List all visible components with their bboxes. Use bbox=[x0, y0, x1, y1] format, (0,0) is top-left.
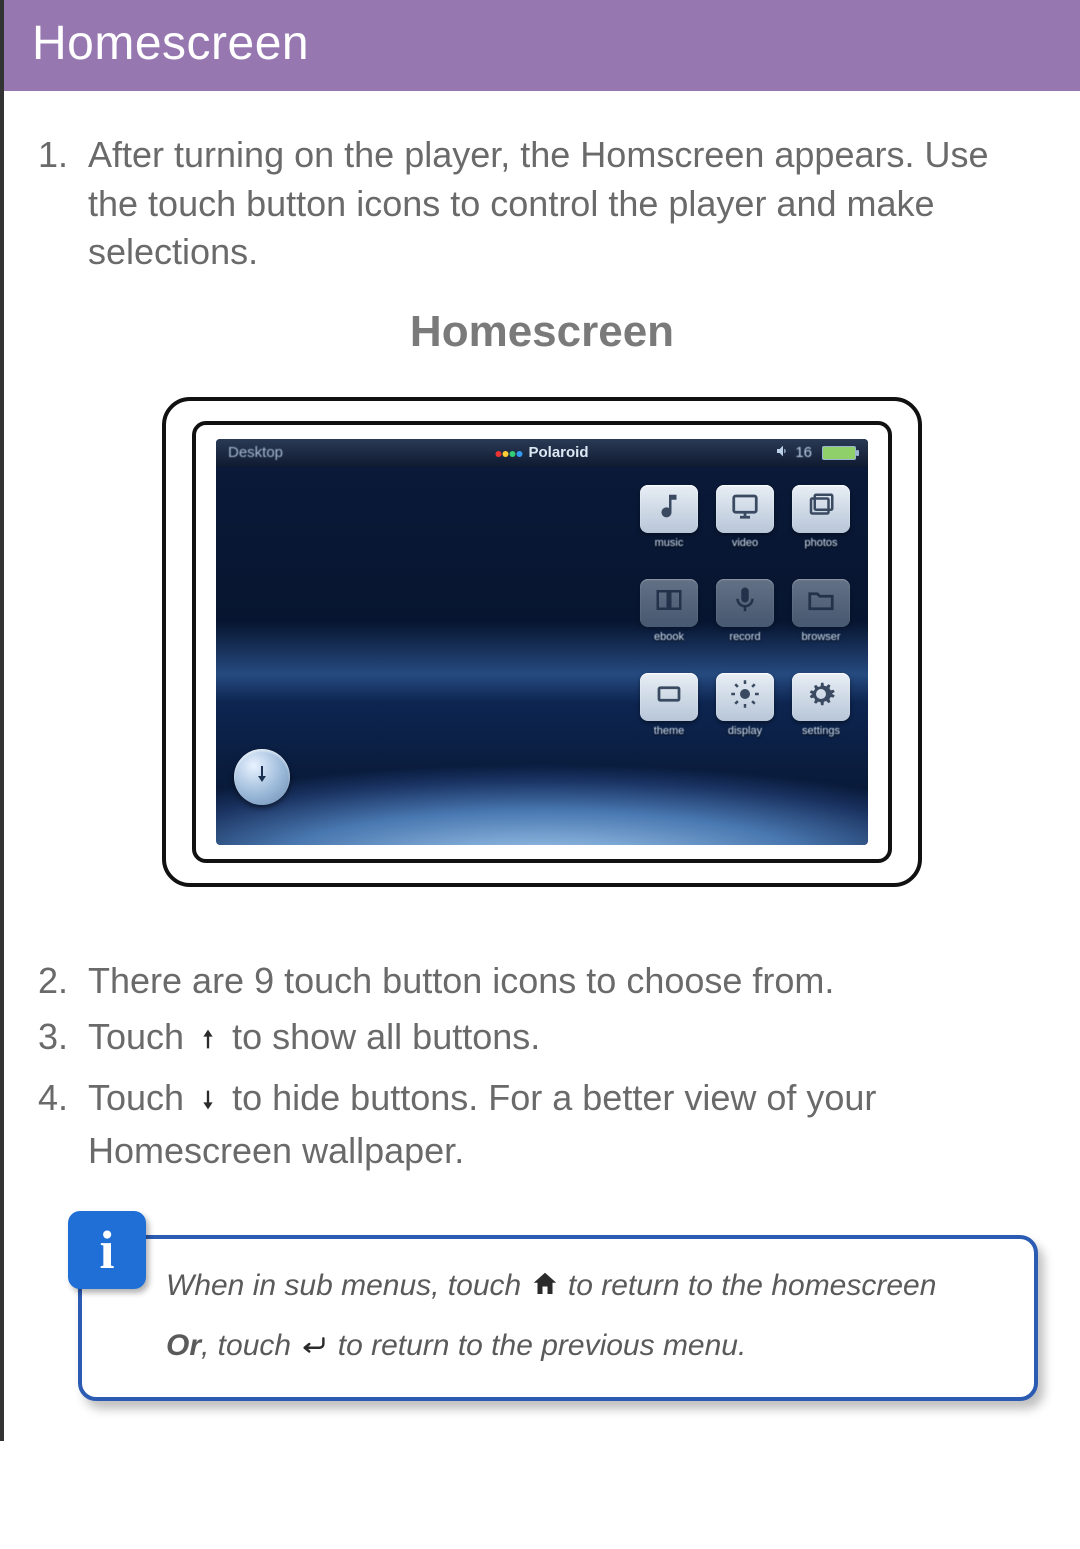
brand-dots-icon bbox=[495, 444, 523, 461]
app-label: ebook bbox=[636, 631, 702, 643]
app-record[interactable]: record bbox=[712, 579, 778, 669]
microphone-icon bbox=[730, 585, 760, 620]
hide-icons-button[interactable] bbox=[234, 749, 290, 805]
battery-icon bbox=[822, 446, 856, 460]
book-icon bbox=[654, 585, 684, 620]
step-2: There are 9 touch button icons to choose… bbox=[88, 957, 1036, 1006]
figure-heading: Homescreen bbox=[38, 307, 1046, 357]
arrow-down-icon bbox=[250, 762, 274, 791]
info-badge: i bbox=[68, 1211, 146, 1289]
app-label: theme bbox=[636, 725, 702, 737]
app-settings[interactable]: settings bbox=[788, 673, 854, 763]
app-ebook[interactable]: ebook bbox=[636, 579, 702, 669]
gear-icon bbox=[806, 679, 836, 714]
app-label: browser bbox=[788, 631, 854, 643]
app-label: display bbox=[712, 725, 778, 737]
brand-label: Polaroid bbox=[495, 444, 588, 461]
speaker-icon bbox=[775, 443, 791, 463]
step-3-post: to show all buttons. bbox=[222, 1016, 540, 1057]
app-label: settings bbox=[788, 725, 854, 737]
app-label: photos bbox=[788, 537, 854, 549]
step-3-pre: Touch bbox=[88, 1016, 194, 1057]
app-display[interactable]: display bbox=[712, 673, 778, 763]
page-header: Homescreen bbox=[4, 0, 1080, 91]
info-line-1: When in sub menus, touch to return to th… bbox=[166, 1265, 1006, 1311]
theme-icon bbox=[654, 679, 684, 714]
music-note-icon bbox=[654, 491, 684, 526]
status-bar: Desktop Polaroid bbox=[216, 439, 868, 467]
info-callout: i When in sub menus, touch to return to … bbox=[78, 1235, 1038, 1401]
step-1: After turning on the player, the Homscre… bbox=[88, 131, 1036, 277]
page-title: Homescreen bbox=[32, 17, 309, 70]
app-browser[interactable]: browser bbox=[788, 579, 854, 669]
volume-value: 16 bbox=[795, 444, 812, 461]
return-icon bbox=[299, 1329, 329, 1371]
statusbar-desktop-label: Desktop bbox=[228, 444, 283, 461]
app-label: music bbox=[636, 537, 702, 549]
info-line-2-strong: Or bbox=[166, 1329, 201, 1362]
brand-text: Polaroid bbox=[528, 444, 588, 461]
info-line-1-post: to return to the homescreen bbox=[560, 1269, 937, 1302]
app-video[interactable]: video bbox=[712, 485, 778, 575]
folder-icon bbox=[806, 585, 836, 620]
monitor-icon bbox=[730, 491, 760, 526]
arrow-down-icon bbox=[194, 1078, 222, 1127]
info-line-2: Or, touch to return to the previous menu… bbox=[166, 1325, 1006, 1371]
step-3: Touch to show all buttons. bbox=[88, 1013, 1036, 1066]
photos-icon bbox=[806, 491, 836, 526]
volume-indicator: 16 bbox=[775, 443, 812, 463]
device-frame-inner: Desktop Polaroid bbox=[192, 421, 892, 863]
device-frame-outer: Desktop Polaroid bbox=[162, 397, 922, 887]
arrow-up-icon bbox=[194, 1017, 222, 1066]
device-screen: Desktop Polaroid bbox=[216, 439, 868, 845]
step-4: Touch to hide buttons. For a better view… bbox=[88, 1074, 1036, 1175]
app-music[interactable]: music bbox=[636, 485, 702, 575]
home-icon bbox=[530, 1269, 560, 1311]
instruction-list: After turning on the player, the Homscre… bbox=[38, 131, 1046, 277]
info-line-1-pre: When in sub menus, touch bbox=[166, 1269, 530, 1302]
app-photos[interactable]: photos bbox=[788, 485, 854, 575]
instruction-list-2: There are 9 touch button icons to choose… bbox=[38, 957, 1046, 1175]
step-4-pre: Touch bbox=[88, 1077, 194, 1118]
brightness-icon bbox=[730, 679, 760, 714]
app-label: record bbox=[712, 631, 778, 643]
info-line-2-post: to return to the previous menu. bbox=[329, 1329, 746, 1362]
info-line-2-mid: , touch bbox=[201, 1329, 299, 1362]
app-theme[interactable]: theme bbox=[636, 673, 702, 763]
app-label: video bbox=[712, 537, 778, 549]
app-grid: music video photos ebook bbox=[636, 485, 854, 763]
